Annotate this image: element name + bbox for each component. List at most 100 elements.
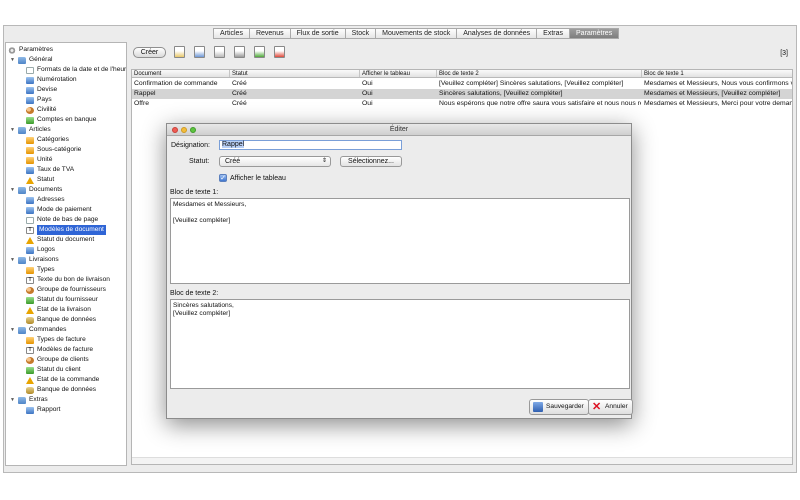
column-header[interactable]: Document [132, 70, 230, 77]
show-table-checkbox[interactable]: ✓ [219, 174, 227, 182]
close-x-icon: ✕ [592, 401, 602, 413]
new-document-icon[interactable] [174, 46, 185, 58]
tree-item-label: Modèles de document [37, 225, 106, 235]
designation-field[interactable]: Rappel [219, 140, 402, 150]
block2-textarea[interactable]: Sincères salutations, [Veuillez compléte… [170, 299, 630, 389]
tree-item-17[interactable]: T Modèles de document [26, 225, 106, 235]
statut-select[interactable]: Créé ⇕ [219, 156, 331, 167]
supplier-status-icon [26, 296, 34, 304]
tree-item-29[interactable]: T Modèles de facture [26, 345, 93, 355]
cancel-button[interactable]: ✕ Annuler [588, 399, 633, 415]
table-row[interactable]: Rappel Créé Oui Sincères salutations, [Veui… [132, 89, 792, 99]
table-cell: Créé [232, 90, 247, 97]
table-row[interactable]: Offre Créé Oui Nous espérons que notre offr… [132, 99, 792, 109]
client-status-icon [26, 366, 34, 374]
block1-textarea[interactable]: Mesdames et Messieurs, [Veuillez complét… [170, 198, 630, 284]
table-cell: Créé [232, 80, 247, 87]
expand-toggle-icon[interactable]: ▼ [10, 325, 16, 335]
tree-item-2[interactable]: Numérotation [26, 75, 77, 85]
template-icon: T [26, 226, 34, 234]
tree-item-27[interactable]: ▼ Commandes [10, 325, 66, 335]
tree-item-16[interactable]: Note de bas de page [26, 215, 98, 225]
tree-item-7[interactable]: ▼ Articles [10, 125, 51, 135]
select-button[interactable]: Sélectionnez... [340, 156, 402, 167]
tree-item-14[interactable]: Adresses [26, 195, 65, 205]
payment-icon [26, 206, 34, 214]
tab-1[interactable]: Revenus [250, 29, 291, 38]
expand-toggle-icon[interactable]: ▼ [10, 125, 16, 135]
tab-2[interactable]: Flux de sortie [291, 29, 346, 38]
paste-icon[interactable] [214, 46, 225, 58]
tree-item-5[interactable]: Civilité [26, 105, 56, 115]
tree-item-label: Numérotation [37, 76, 77, 83]
tree-item-label: Général [29, 56, 53, 63]
tree-item-1[interactable]: Formats de la date et de l'heure [26, 65, 126, 75]
tree-item-11[interactable]: Taux de TVA [26, 165, 74, 175]
tree-item-label: Comptes en banque [37, 116, 97, 123]
expand-toggle-icon[interactable]: ▼ [10, 55, 16, 65]
expand-toggle-icon[interactable]: ▼ [10, 395, 16, 405]
minimize-icon[interactable] [181, 127, 187, 133]
tree-item-22[interactable]: T Texte du bon de livraison [26, 275, 110, 285]
tree-item-20[interactable]: ▼ Livraisons [10, 255, 59, 265]
column-header[interactable]: Bloc de texte 1 [642, 70, 792, 77]
column-header[interactable]: Afficher le tableau [360, 70, 437, 77]
tree-item-35[interactable]: Rapport [26, 405, 60, 415]
tab-6[interactable]: Extras [537, 29, 571, 38]
tree-item-10[interactable]: Unité [26, 155, 52, 165]
tab-4[interactable]: Mouvements de stock [376, 29, 458, 38]
tree-item-30[interactable]: Groupe de clients [26, 355, 89, 365]
expand-toggle-icon[interactable]: ▼ [10, 255, 16, 265]
tree-item-21[interactable]: Types [26, 265, 55, 275]
tree-item-26[interactable]: Banque de données [26, 315, 96, 325]
print-icon[interactable] [234, 46, 245, 58]
tree-item-label: Texte du bon de livraison [37, 276, 110, 283]
tab-5[interactable]: Analyses de données [457, 29, 538, 38]
copy-icon[interactable] [194, 46, 205, 58]
tree-item-24[interactable]: Statut du fournisseur [26, 295, 98, 305]
tree-item-label: Statut [37, 176, 55, 183]
tree-item-4[interactable]: Pays [26, 95, 52, 105]
export-icon[interactable] [254, 46, 265, 58]
column-header[interactable]: Bloc de texte 2 [437, 70, 642, 77]
types-icon [26, 336, 34, 344]
tab-3[interactable]: Stock [346, 29, 377, 38]
tree-item-18[interactable]: Statut du document [26, 235, 94, 245]
tree-root[interactable]: Paramètres [8, 45, 53, 55]
tree-item-6[interactable]: Comptes en banque [26, 115, 96, 125]
expand-toggle-icon[interactable]: ▼ [10, 185, 16, 195]
column-header[interactable]: Statut [230, 70, 360, 77]
tree-item-34[interactable]: ▼ Extras [10, 395, 48, 405]
logo-icon [26, 246, 34, 254]
tree-item-9[interactable]: Sous-catégorie [26, 145, 81, 155]
create-button[interactable]: Créer [133, 47, 166, 58]
tree-item-25[interactable]: Etat de la livraison [26, 305, 91, 315]
tree-item-label: Articles [29, 126, 51, 133]
pdf-icon[interactable] [274, 46, 285, 58]
table-row[interactable]: Confirmation de commande Créé Oui [Veuillez… [132, 79, 792, 89]
tree-item-label: Pays [37, 96, 52, 103]
tree-item-33[interactable]: Banque de données [26, 385, 96, 395]
table-header: Document Statut Afficher le tableau Bloc de… [132, 70, 792, 78]
save-button[interactable]: Sauvegarder [529, 399, 589, 415]
tab-0[interactable]: Articles [214, 29, 250, 38]
tree-item-23[interactable]: Groupe de fournisseurs [26, 285, 106, 295]
tree-item-13[interactable]: ▼ Documents [10, 185, 62, 195]
tree-item-8[interactable]: Catégories [26, 135, 69, 145]
tree-item-19[interactable]: Logos [26, 245, 55, 255]
tree-item-3[interactable]: Devise [26, 85, 57, 95]
warning-icon [26, 176, 34, 184]
tree-item-15[interactable]: Mode de paiement [26, 205, 92, 215]
tab-7[interactable]: Paramètres [570, 29, 619, 38]
table-cell: [Veuillez compléter] Sincères salutation… [439, 80, 624, 87]
tree-item-0[interactable]: ▼ Général [10, 55, 52, 65]
tree-item-31[interactable]: Statut du client [26, 365, 81, 375]
maximize-icon[interactable] [190, 127, 196, 133]
app-window: Articles Revenus Flux de sortie Stock Mouvem… [0, 0, 800, 500]
horizontal-scrollbar[interactable] [132, 457, 792, 464]
designation-value: Rappel [222, 141, 245, 148]
close-icon[interactable] [172, 127, 178, 133]
tree-item-32[interactable]: Etat de la commande [26, 375, 99, 385]
tree-item-28[interactable]: Types de facture [26, 335, 86, 345]
tree-item-12[interactable]: Statut [26, 175, 54, 185]
